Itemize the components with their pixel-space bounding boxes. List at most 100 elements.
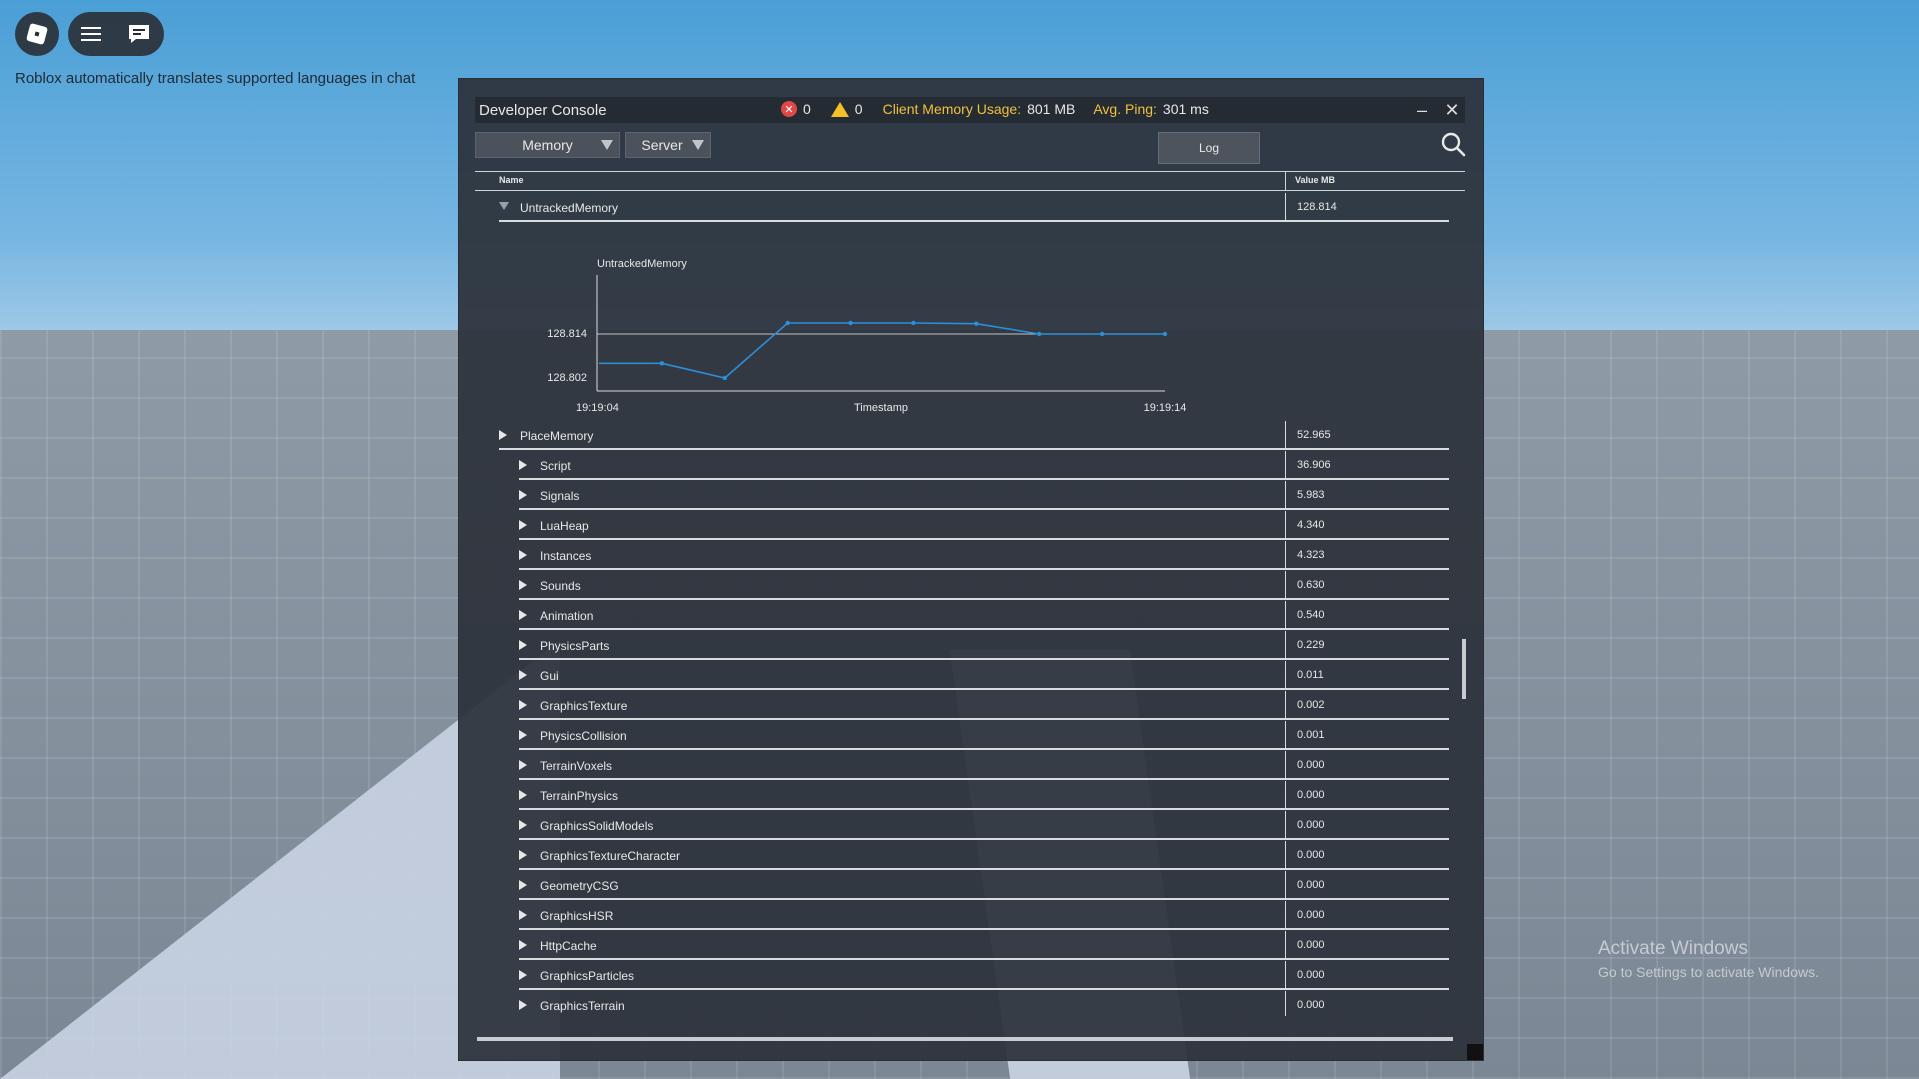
dropdown-arrow-icon <box>692 140 704 150</box>
table-row[interactable]: HttpCache 0.000 <box>519 931 1449 960</box>
expand-icon[interactable] <box>519 460 527 470</box>
graph-data-point <box>785 320 790 326</box>
table-row[interactable]: PhysicsParts 0.229 <box>519 631 1449 660</box>
expand-icon[interactable] <box>519 490 527 500</box>
expand-icon[interactable] <box>499 430 507 440</box>
memory-table: UntrackedMemory 128.814 UntrackedMemory … <box>475 191 1465 1016</box>
error-count: 0 <box>803 101 811 117</box>
expand-icon[interactable] <box>519 610 527 620</box>
graph-series-line <box>599 322 1165 379</box>
table-row[interactable]: GeometryCSG 0.000 <box>519 871 1449 900</box>
expand-icon[interactable] <box>519 640 527 650</box>
close-button[interactable]: ✕ <box>1441 99 1463 121</box>
warning-icon[interactable] <box>830 101 849 117</box>
horizontal-scrollbar[interactable] <box>477 1037 1453 1041</box>
row-value: 0.229 <box>1297 639 1325 651</box>
table-row[interactable]: Sounds 0.630 <box>519 571 1449 600</box>
row-name: LuaHeap <box>540 519 589 533</box>
untracked-memory-graph: UntrackedMemory 128.814 128.802 19:19:04… <box>547 258 1187 414</box>
hamburger-menu-icon[interactable] <box>81 27 101 41</box>
table-row[interactable]: GraphicsTerrain 0.000 <box>519 991 1449 1016</box>
table-row[interactable]: GraphicsTexture 0.002 <box>519 691 1449 720</box>
row-value: 0.001 <box>1297 729 1325 741</box>
row-value: 0.000 <box>1297 789 1325 801</box>
row-name: TerrainVoxels <box>540 759 613 773</box>
graph-data-point <box>659 361 665 366</box>
table-row[interactable]: TerrainPhysics 0.000 <box>519 781 1449 810</box>
row-name: GraphicsSolidModels <box>540 819 654 833</box>
table-row[interactable]: Gui 0.011 <box>519 661 1449 690</box>
graph-data-point <box>1037 331 1042 337</box>
expand-icon[interactable] <box>519 1000 527 1010</box>
chat-icon[interactable] <box>127 23 151 45</box>
search-icon[interactable] <box>1440 131 1466 157</box>
roblox-menu-button[interactable] <box>15 12 59 56</box>
table-row[interactable]: GraphicsTextureCharacter 0.000 <box>519 841 1449 870</box>
client-memory-value: 801 MB <box>1027 101 1076 117</box>
row-name: Instances <box>540 549 592 563</box>
expand-icon[interactable] <box>519 550 527 560</box>
expand-icon[interactable] <box>519 940 527 950</box>
column-header-name[interactable]: Name <box>499 175 524 185</box>
table-row[interactable]: GraphicsSolidModels 0.000 <box>519 811 1449 840</box>
column-header-value[interactable]: Value MB <box>1295 175 1335 185</box>
expand-icon[interactable] <box>519 580 527 590</box>
expand-icon[interactable] <box>519 910 527 920</box>
graph-y-tick: 128.814 <box>547 328 587 340</box>
table-row[interactable]: GraphicsParticles 0.000 <box>519 961 1449 990</box>
table-row-untrackedmemory[interactable]: UntrackedMemory 128.814 <box>499 193 1449 222</box>
row-value: 0.000 <box>1297 759 1325 771</box>
target-dropdown[interactable]: Server <box>625 132 711 158</box>
expand-icon[interactable] <box>519 700 527 710</box>
row-name: Gui <box>540 669 559 683</box>
expand-icon[interactable] <box>519 820 527 830</box>
expand-icon[interactable] <box>519 790 527 800</box>
row-value: 52.965 <box>1297 429 1331 441</box>
row-name: Signals <box>540 489 580 503</box>
row-value: 128.814 <box>1297 201 1337 213</box>
chat-translation-note: Roblox automatically translates supporte… <box>15 70 416 87</box>
table-row[interactable]: LuaHeap 4.340 <box>519 511 1449 540</box>
graph-xlabel: Timestamp <box>854 402 908 414</box>
row-value: 0.011 <box>1297 669 1324 681</box>
table-row[interactable]: Signals 5.983 <box>519 481 1449 510</box>
row-value: 0.540 <box>1297 609 1325 621</box>
expand-icon[interactable] <box>519 670 527 680</box>
table-row[interactable]: PhysicsCollision 0.001 <box>519 721 1449 750</box>
row-name: GraphicsHSR <box>540 909 614 923</box>
minimize-button[interactable]: – <box>1411 99 1433 121</box>
expand-icon[interactable] <box>519 880 527 890</box>
row-name: GraphicsTextureCharacter <box>540 849 681 863</box>
graph-x-end: 19:19:14 <box>1144 402 1187 414</box>
error-icon[interactable]: ✕ <box>781 101 797 117</box>
log-button[interactable]: Log <box>1158 132 1260 164</box>
table-row-placememory[interactable]: PlaceMemory 52.965 <box>499 421 1449 450</box>
collapse-icon[interactable] <box>499 202 509 210</box>
expand-icon[interactable] <box>519 760 527 770</box>
console-stats: ✕ 0 0 Client Memory Usage: 801 MB Avg. P… <box>781 101 1209 117</box>
expand-icon[interactable] <box>519 970 527 980</box>
row-value: 4.323 <box>1297 549 1325 561</box>
table-row[interactable]: GraphicsHSR 0.000 <box>519 901 1449 930</box>
row-name: HttpCache <box>540 939 597 953</box>
table-row[interactable]: Animation 0.540 <box>519 601 1449 630</box>
expand-icon[interactable] <box>519 520 527 530</box>
target-dropdown-value: Server <box>641 137 683 153</box>
expand-icon[interactable] <box>519 850 527 860</box>
expand-icon[interactable] <box>519 730 527 740</box>
view-dropdown[interactable]: Memory <box>475 132 620 158</box>
graph-data-point <box>722 375 727 381</box>
vertical-scrollbar[interactable] <box>1462 639 1466 699</box>
table-row[interactable]: Script 36.906 <box>519 451 1449 480</box>
resize-corner[interactable] <box>1467 1044 1483 1060</box>
row-name: TerrainPhysics <box>540 789 619 803</box>
row-name: Sounds <box>540 579 581 593</box>
row-name: PhysicsParts <box>540 639 610 653</box>
row-value: 0.000 <box>1297 999 1325 1011</box>
row-name: PlaceMemory <box>520 429 594 443</box>
graph-y-tick: 128.802 <box>547 372 587 384</box>
table-row[interactable]: Instances 4.323 <box>519 541 1449 570</box>
row-name: GeometryCSG <box>540 879 619 893</box>
developer-console: Developer Console ✕ 0 0 Client Memory Us… <box>458 78 1484 1061</box>
table-row[interactable]: TerrainVoxels 0.000 <box>519 751 1449 780</box>
